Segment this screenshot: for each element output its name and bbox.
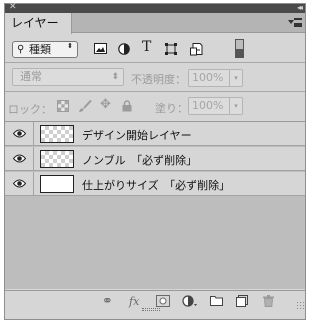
panel-footer: ⚭ fx — [5, 290, 305, 310]
close-icon[interactable]: ✕ — [9, 2, 17, 13]
blend-mode-select[interactable]: 通常 ⬍ — [12, 68, 124, 86]
blend-mode-value: 通常 — [20, 70, 42, 83]
opacity-label: 不透明度： — [131, 73, 186, 86]
layer-name[interactable]: 仕上がりサイズ 「必ず削除」 — [82, 177, 230, 193]
layers-panel: ✕ ◂◂ レイヤー ⚲ 種類 ⬍ T 通常 ⬍ 不透明度： 100% ▾ ロック… — [4, 2, 306, 320]
lock-label: ロック： — [8, 103, 52, 116]
opacity-value: 100% — [192, 71, 224, 84]
adjustment-layer-icon[interactable] — [182, 295, 198, 308]
panel-bottom-grip[interactable] — [142, 308, 160, 311]
layer-row[interactable]: デザイン開始レイヤー — [5, 122, 305, 146]
lock-row: ロック： ✥ 塗り： 100% ▾ — [5, 92, 305, 120]
type-filter-icon[interactable]: T — [142, 40, 156, 54]
resize-grip-icon[interactable] — [296, 301, 304, 309]
image-filter-icon[interactable] — [94, 43, 108, 57]
updown-chevron-icon: ⬍ — [67, 42, 73, 50]
layer-row[interactable]: 仕上がりサイズ 「必ず削除」 — [5, 172, 305, 196]
fill-label: 塗り： — [155, 102, 188, 115]
layer-thumbnail — [40, 150, 74, 168]
filter-kind-label: 種類 — [29, 43, 51, 56]
layer-row[interactable]: ノンブル 「必ず削除」 — [5, 147, 305, 171]
layer-style-icon[interactable]: fx — [129, 295, 139, 308]
panel-title-bar: ✕ ◂◂ — [5, 2, 305, 13]
layer-mask-icon[interactable] — [156, 295, 170, 308]
group-folder-icon[interactable] — [210, 295, 223, 308]
blend-row: 通常 ⬍ 不透明度： 100% ▾ — [5, 63, 305, 91]
lock-brush-icon[interactable] — [78, 99, 92, 112]
dropdown-arrow-icon[interactable]: ▾ — [229, 70, 242, 86]
dropdown-arrow-icon[interactable]: ▾ — [229, 98, 242, 114]
updown-chevron-icon: ⬍ — [111, 72, 119, 82]
search-icon: ⚲ — [17, 44, 25, 55]
visibility-toggle[interactable] — [5, 172, 34, 196]
layer-name[interactable]: デザイン開始レイヤー — [82, 127, 192, 143]
fill-field[interactable]: 100% ▾ — [188, 97, 243, 115]
layer-name[interactable]: ノンブル 「必ず削除」 — [82, 152, 197, 168]
panel-menu-icon[interactable] — [288, 17, 302, 29]
opacity-field[interactable]: 100% ▾ — [188, 69, 243, 87]
smart-object-filter-icon[interactable] — [190, 43, 204, 57]
filter-kind-select[interactable]: ⚲ 種類 ⬍ — [12, 41, 78, 58]
new-layer-icon[interactable] — [236, 295, 248, 308]
tab-bar: レイヤー — [5, 13, 305, 34]
eye-icon — [13, 129, 26, 138]
lock-transparency-icon[interactable] — [57, 100, 69, 112]
lock-all-icon[interactable] — [122, 100, 134, 112]
shape-filter-icon[interactable] — [165, 43, 179, 57]
eye-icon — [13, 154, 26, 163]
collapse-icon[interactable]: ◂◂ — [297, 2, 303, 13]
adjustment-filter-icon[interactable] — [118, 43, 132, 57]
layer-thumbnail — [40, 175, 74, 193]
eye-icon — [13, 179, 26, 188]
link-layers-icon[interactable]: ⚭ — [102, 295, 113, 308]
filter-toggle-switch[interactable] — [235, 39, 244, 58]
layer-thumbnail — [40, 125, 74, 143]
visibility-toggle[interactable] — [5, 122, 34, 146]
layers-list: デザイン開始レイヤー ノンブル 「必ず削除」 仕上がりサイズ 「必ず削除」 — [5, 121, 305, 289]
filter-row: ⚲ 種類 ⬍ T — [5, 34, 305, 62]
trash-icon[interactable] — [263, 295, 274, 308]
lock-move-icon[interactable]: ✥ — [100, 98, 112, 112]
visibility-toggle[interactable] — [5, 147, 34, 171]
fill-value: 100% — [192, 99, 224, 112]
tab-layers[interactable]: レイヤー — [5, 13, 72, 34]
